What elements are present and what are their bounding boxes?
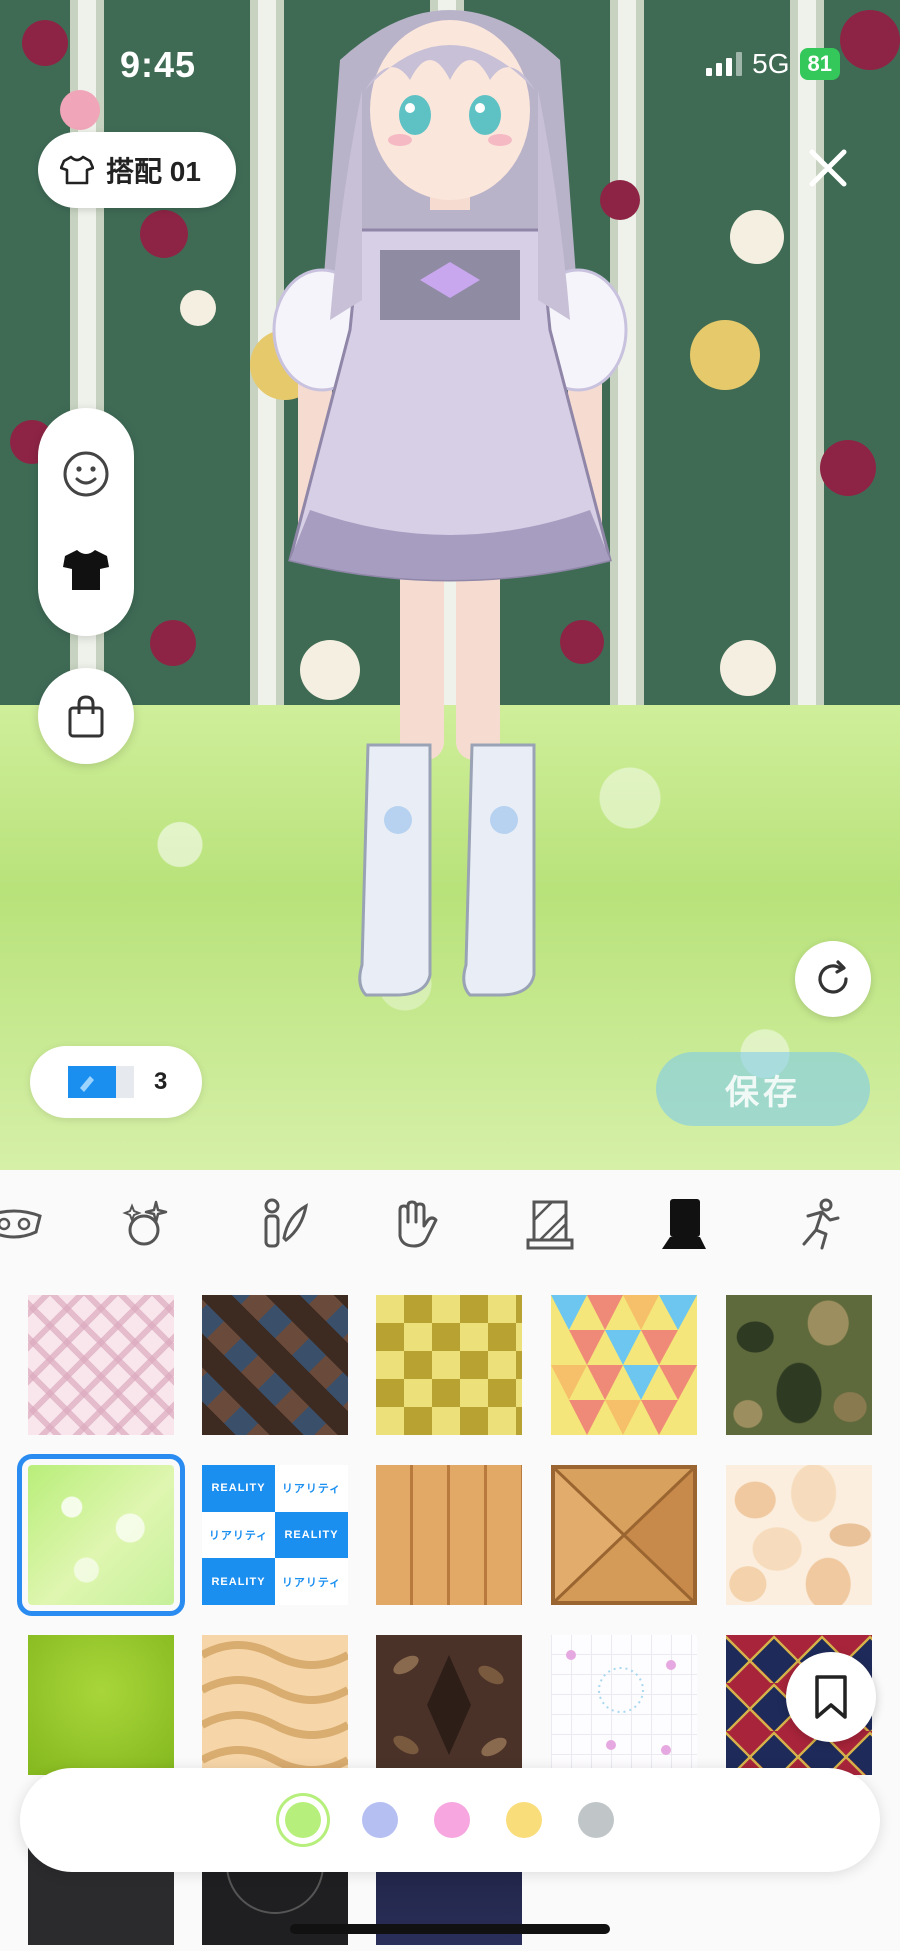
outfit-label: 搭配 01	[106, 156, 201, 187]
color-selector	[20, 1768, 880, 1872]
clothing-button[interactable]	[38, 522, 134, 618]
tile-sand-dunes[interactable]	[202, 1635, 348, 1775]
wall-icon	[526, 1200, 574, 1250]
accessory-icon	[0, 1209, 42, 1239]
tile-plaid-pink[interactable]	[28, 1295, 174, 1435]
home-indicator[interactable]	[290, 1924, 610, 1934]
reality-text-jp: リアリティ	[275, 1465, 348, 1512]
close-icon[interactable]	[800, 140, 856, 196]
bookmark-button[interactable]	[786, 1652, 876, 1742]
pose-icon	[264, 1198, 309, 1248]
save-button[interactable]: 保存	[656, 1052, 870, 1126]
category-wall[interactable]	[518, 1192, 582, 1256]
category-pose[interactable]	[252, 1192, 316, 1256]
face-button[interactable]	[38, 426, 134, 522]
signal-icon	[706, 52, 743, 76]
effect-icon	[122, 1200, 168, 1246]
ticket-counter[interactable]: 3	[30, 1046, 202, 1118]
color-swatch-green[interactable]	[285, 1802, 321, 1838]
tile-triangle-color[interactable]	[551, 1295, 697, 1435]
tile-checker-yellow[interactable]	[376, 1295, 522, 1435]
category-tabs	[0, 1170, 900, 1278]
tile-bokeh-green[interactable]	[17, 1454, 185, 1616]
shopping-bag-icon	[68, 695, 104, 738]
avatar-figure[interactable]	[250, 0, 650, 1000]
rotate-icon	[818, 960, 848, 994]
hand-icon	[398, 1200, 438, 1248]
tshirt-icon	[63, 550, 109, 590]
tile-wood-parquet[interactable]	[551, 1465, 697, 1605]
reality-text-jp: リアリティ	[275, 1558, 348, 1605]
outfit-selector[interactable]: 搭配 01	[38, 132, 236, 208]
reality-text-en: REALITY	[275, 1511, 348, 1559]
bookmark-icon	[815, 1675, 847, 1719]
reality-text-jp: リアリティ	[202, 1511, 275, 1559]
color-swatch-blue[interactable]	[362, 1802, 398, 1838]
tile-stone-beige[interactable]	[726, 1465, 872, 1605]
tile-wood-planks[interactable]	[376, 1465, 522, 1605]
category-floor[interactable]	[652, 1192, 716, 1256]
tile-reality-logo[interactable]: REALITY リアリティ リアリティ REALITY REALITY リアリテ…	[202, 1465, 348, 1605]
category-hand[interactable]	[384, 1192, 448, 1256]
reality-text-en: REALITY	[202, 1558, 275, 1605]
color-swatch-yellow[interactable]	[506, 1802, 542, 1838]
ticket-count: 3	[154, 1068, 168, 1095]
smile-icon	[63, 451, 109, 497]
shirt-icon	[60, 155, 94, 185]
category-accessory[interactable]	[0, 1192, 46, 1256]
tile-camo-green[interactable]	[726, 1295, 872, 1435]
motion-icon	[802, 1198, 840, 1250]
side-menu	[38, 408, 134, 636]
status-time: 9:45	[120, 44, 197, 85]
color-swatch-pink[interactable]	[434, 1802, 470, 1838]
color-swatch-gray[interactable]	[578, 1802, 614, 1838]
category-motion[interactable]	[788, 1192, 852, 1256]
tile-paw-print-grid[interactable]	[551, 1635, 697, 1775]
rotate-button[interactable]	[795, 941, 871, 1017]
category-effect[interactable]	[114, 1192, 178, 1256]
battery-level: 81	[799, 48, 840, 80]
reality-text-en: REALITY	[202, 1465, 275, 1512]
ticket-icon	[68, 1066, 134, 1098]
status-indicators: 5G 81	[706, 48, 840, 80]
shop-button[interactable]	[38, 668, 134, 764]
avatar-scene[interactable]: 9:45 5G 81 搭配 01 3 保存	[0, 0, 900, 1170]
tile-argyle-brown[interactable]	[202, 1295, 348, 1435]
floor-icon	[662, 1199, 706, 1249]
tile-grass-green[interactable]	[28, 1635, 174, 1775]
tile-leaf-dark[interactable]	[376, 1635, 522, 1775]
network-type: 5G	[752, 48, 790, 79]
